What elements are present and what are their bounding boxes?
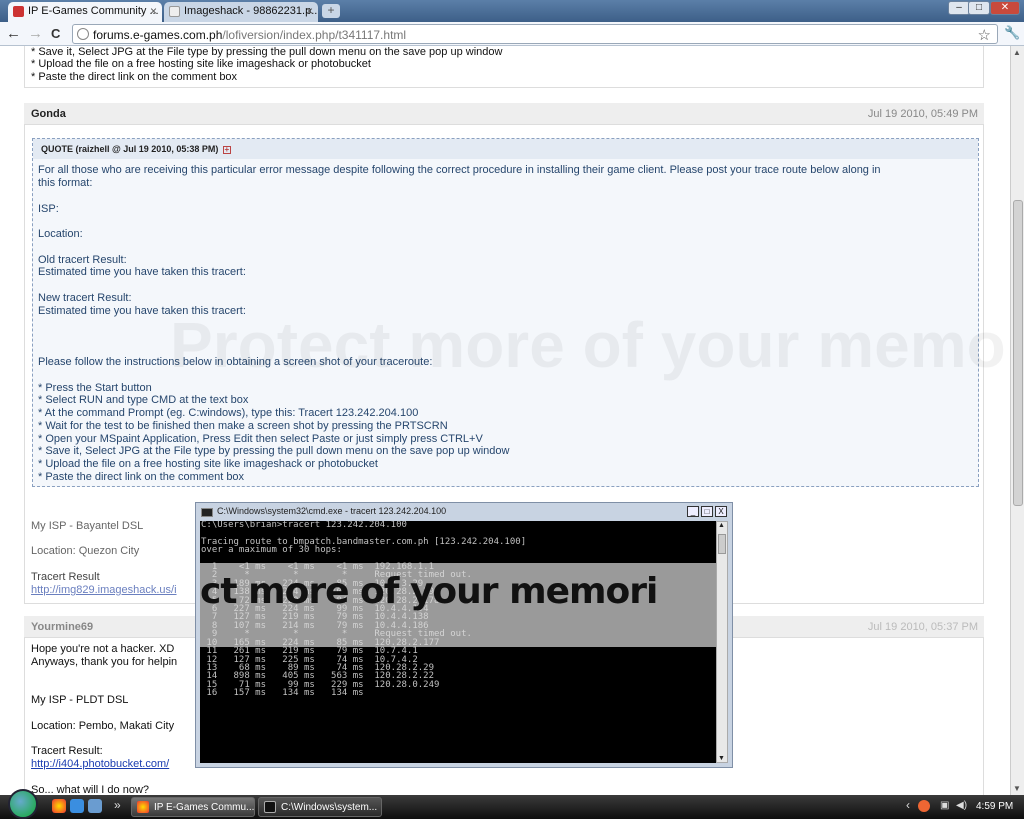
address-bar[interactable]: forums.e-games.com.ph/lofiversion/index.… [72,24,998,44]
cmd-minimize-button[interactable]: _ [687,506,699,517]
start-button[interactable] [8,789,38,819]
wrench-menu-icon[interactable]: 🔧 [1004,25,1020,41]
post-line: So... what will I do now? [31,784,150,795]
cmd-output-line: over a maximum of 30 hops: [201,545,342,556]
scrollbar-thumb[interactable] [1013,200,1023,506]
post-line: Hope you're not a hacker. XD [31,643,175,655]
quote-line: * At the command Prompt (eg. C:windows),… [38,407,419,419]
quote-line: Estimated time you have taken this trace… [38,266,246,278]
close-tab-icon[interactable]: × [306,4,313,18]
tracert-image-link[interactable]: http://i404.photobucket.com/ [31,758,169,770]
imageshack-favicon-icon [169,6,180,17]
desktop-quicklaunch-icon[interactable] [88,799,102,813]
taskbar-button-label: IP E-Games Commu... [154,802,255,813]
post-author[interactable]: Yourmine69 [31,621,93,633]
close-tab-icon[interactable]: × [150,4,157,18]
cmd-output-line: 16 157 ms 134 ms 134 ms [201,688,364,699]
post-date: Jul 19 2010, 05:37 PM [867,621,978,633]
quote-line: * Save it, Select JPG at the File type b… [38,445,510,457]
post-date: Jul 19 2010, 05:49 PM [867,108,978,120]
taskbar-cmd-button[interactable]: C:\Windows\system... [258,797,382,817]
taskbar-chrome-button[interactable]: IP E-Games Commu... [131,797,255,817]
close-window-button[interactable]: ✕ [990,1,1020,15]
tab-imageshack[interactable]: Imageshack - 98862231.p... × [164,2,318,22]
watermark-overlay-band: ct more of your memori [200,563,716,647]
ie-quicklaunch-icon[interactable] [70,799,84,813]
tray-app-icon[interactable] [918,800,930,812]
quote-line: For all those who are receiving this par… [38,164,881,176]
cmd-icon [201,508,213,517]
quote-line: Old tracert Result: [38,254,127,266]
tab-strip: IP E-Games Community ... × Imageshack - … [0,0,1024,22]
fragment-line: * Save it, Select JPG at the File type b… [31,46,503,58]
cmd-titlebar[interactable]: C:\Windows\system32\cmd.exe - tracert 12… [199,505,729,519]
cmd-window[interactable]: C:\Windows\system32\cmd.exe - tracert 12… [195,502,733,768]
network-icon[interactable]: ▣ [940,800,949,811]
cmd-icon [264,801,276,813]
cmd-scrollbar[interactable]: ▲ ▼ [716,521,728,763]
fragment-line: * Paste the direct link on the comment b… [31,71,238,83]
page-scrollbar[interactable]: ▲ ▼ [1010,46,1024,795]
quicklaunch-more-icon[interactable]: » [114,798,121,812]
post-header: Gonda Jul 19 2010, 05:49 PM [24,103,984,125]
cmd-title: C:\Windows\system32\cmd.exe - tracert 12… [217,506,447,516]
scroll-up-arrow-icon[interactable]: ▲ [1013,48,1021,57]
photobucket-watermark: Protect more of your memories [170,309,1010,381]
post-location: Location: Quezon City [31,545,140,557]
post-author[interactable]: Gonda [31,108,66,120]
quote-line: * Upload the file on a free hosting site… [38,458,378,470]
url-path: /lofiversion/index.php/t341117.html [222,28,407,42]
browser-toolbar: ← → C forums.e-games.com.ph/lofiversion/… [0,22,1024,46]
tracert-image-link[interactable]: http://img829.imageshack.us/i [31,584,177,596]
bookmark-star-icon[interactable]: ☆ [978,26,991,44]
post-line: Location: Pembo, Makati City [31,720,175,732]
minimize-button[interactable]: – [948,1,970,15]
chrome-icon [137,801,149,813]
scroll-down-arrow-icon[interactable]: ▼ [1013,784,1021,793]
page-info-icon [77,28,89,40]
url-host: forums.e-games.com.ph [93,28,223,42]
taskbar-button-label: C:\Windows\system... [281,802,378,813]
tab-title: IP E-Games Community ... [28,5,159,17]
cmd-maximize-button[interactable]: □ [701,506,713,517]
tab-ip-egames[interactable]: IP E-Games Community ... × [8,2,162,22]
post-line: Tracert Result: [31,745,103,757]
volume-icon[interactable]: ◀) [956,800,967,811]
quote-line: * Press the Start button [38,382,152,394]
chrome-quicklaunch-icon[interactable] [52,799,66,813]
new-tab-button[interactable]: + [322,4,340,18]
post-tracert-label: Tracert Result [31,571,100,583]
quote-line: * Paste the direct link on the comment b… [38,471,245,483]
quote-line: Location: [38,228,83,240]
quote-line: ISP: [38,203,59,215]
expand-quote-icon[interactable]: + [222,146,231,154]
scroll-up-arrow-icon[interactable]: ▲ [718,522,725,529]
quote-line: * Wait for the test to be finished then … [38,420,448,432]
maximize-button[interactable]: □ [968,1,990,15]
tray-expand-icon[interactable]: ‹ [906,798,910,812]
quote-author: QUOTE (raizhell @ Jul 19 2010, 05:38 PM) [41,144,219,154]
cmd-output-line: C:\Users\brian>tracert 123.242.204.100 [201,521,407,530]
taskbar-clock[interactable]: 4:59 PM [976,801,1013,812]
back-button[interactable]: ← [6,25,21,43]
ip-egames-favicon-icon [13,6,24,17]
quote-line: New tracert Result: [38,292,132,304]
url-text: forums.e-games.com.ph/lofiversion/index.… [93,28,406,42]
watermark-overlay-text: ct more of your memori [200,571,658,612]
post-line: My ISP - PLDT DSL [31,694,129,706]
quote-line: this format: [38,177,93,189]
forward-button[interactable]: → [28,25,43,43]
reload-button[interactable]: C [51,25,60,43]
cmd-close-button[interactable]: X [715,506,727,517]
quote-line: * Select RUN and type CMD at the text bo… [38,394,249,406]
fragment-line: * Upload the file on a free hosting site… [31,58,371,70]
quote-line: * Open your MSpaint Application, Press E… [38,433,483,445]
tab-title: Imageshack - 98862231.p... [184,5,318,17]
quote-title: QUOTE (raizhell @ Jul 19 2010, 05:38 PM)… [33,139,978,159]
scroll-down-arrow-icon[interactable]: ▼ [718,755,725,762]
cmd-scrollbar-thumb[interactable] [718,534,726,554]
post-isp: My ISP - Bayantel DSL [31,520,144,532]
post-line: Anyways, thank you for helpin [31,656,178,668]
taskbar: » IP E-Games Commu... C:\Windows\system.… [0,789,1024,819]
